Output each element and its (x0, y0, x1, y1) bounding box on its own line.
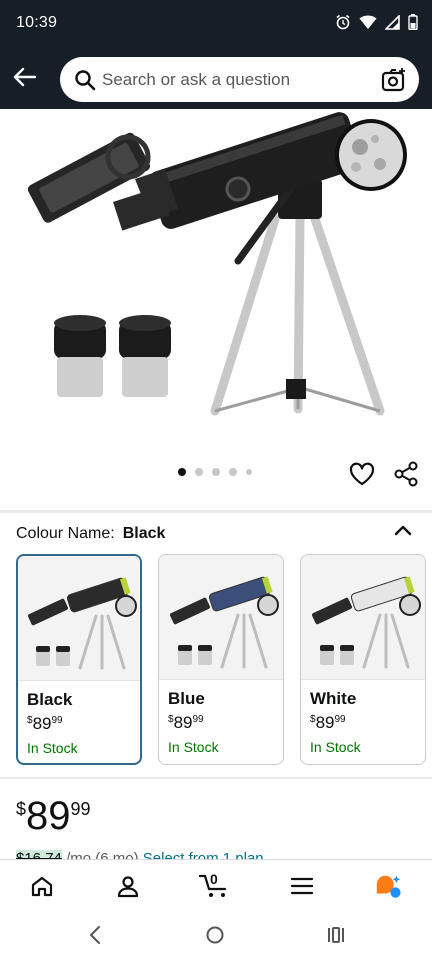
variant-stock: In Stock (310, 739, 361, 755)
search-icon (75, 70, 96, 91)
colour-name-row: Colour Name: Black (16, 525, 165, 543)
nav-account[interactable] (114, 872, 142, 900)
carousel-dot-1 (178, 468, 186, 476)
search-input[interactable] (102, 57, 372, 102)
heart-icon[interactable] (348, 460, 376, 488)
variant-card-white[interactable]: White $8999 In Stock (300, 554, 426, 765)
variant-name: Blue (168, 689, 205, 708)
chevron-up-icon[interactable] (392, 522, 414, 540)
alarm-icon (336, 14, 350, 30)
system-navigation-bar (0, 911, 432, 960)
cart-count: 0 (210, 871, 218, 887)
telescope-product-illustration (27, 112, 407, 416)
battery-icon (408, 14, 418, 30)
colour-label: Colour Name: (16, 525, 115, 542)
status-icons (335, 14, 418, 30)
variant-thumbnail (301, 555, 425, 680)
section-divider (0, 777, 432, 779)
home-icon (31, 876, 53, 897)
product-image[interactable] (0, 109, 432, 439)
variant-card-black[interactable]: Black $8999 In Stock (16, 554, 142, 765)
search-bar[interactable] (60, 57, 419, 102)
share-icon[interactable] (392, 460, 420, 488)
nav-home[interactable] (28, 872, 56, 900)
variant-stock: In Stock (168, 739, 219, 755)
app-header (0, 50, 432, 109)
system-recents-icon[interactable] (326, 925, 346, 945)
back-button[interactable] (10, 62, 40, 92)
nav-menu[interactable] (288, 872, 316, 900)
menu-icon (290, 877, 314, 895)
variant-name: White (310, 689, 357, 708)
nav-rufus-assistant[interactable] (374, 872, 402, 900)
variant-card-blue[interactable]: Blue $8999 In Stock (158, 554, 284, 765)
signal-icon (385, 14, 400, 30)
variant-price: $8999 (310, 713, 346, 732)
variant-thumbnail (159, 555, 283, 680)
wifi-icon (359, 15, 377, 29)
variant-name: Black (27, 690, 73, 709)
carousel-dot-5 (246, 469, 252, 475)
status-bar: 10:39 (0, 0, 432, 50)
telescope-thumbnail (169, 576, 279, 669)
carousel-dot-3 (212, 468, 220, 476)
system-back-icon[interactable] (88, 925, 102, 945)
carousel-dot-2 (195, 468, 203, 476)
status-time: 10:39 (16, 14, 58, 31)
variant-thumbnail (18, 556, 140, 681)
image-carousel-indicator (178, 468, 252, 476)
variant-price: $8999 (27, 714, 63, 733)
system-home-icon[interactable] (205, 925, 225, 945)
section-divider (0, 510, 432, 513)
assistant-icon (376, 875, 401, 898)
product-price: $8999 (16, 794, 91, 838)
telescope-thumbnail (27, 577, 137, 670)
colour-variant-list: Black $8999 In Stock Blue $8999 In Stock… (16, 554, 426, 766)
camera-search-icon[interactable] (381, 67, 407, 93)
account-icon (117, 876, 139, 898)
colour-value: Black (122, 525, 166, 542)
carousel-dot-4 (229, 468, 237, 476)
variant-price: $8999 (168, 713, 204, 732)
back-arrow-icon (13, 67, 37, 87)
telescope-thumbnail (311, 576, 421, 669)
variant-stock: In Stock (27, 740, 78, 756)
